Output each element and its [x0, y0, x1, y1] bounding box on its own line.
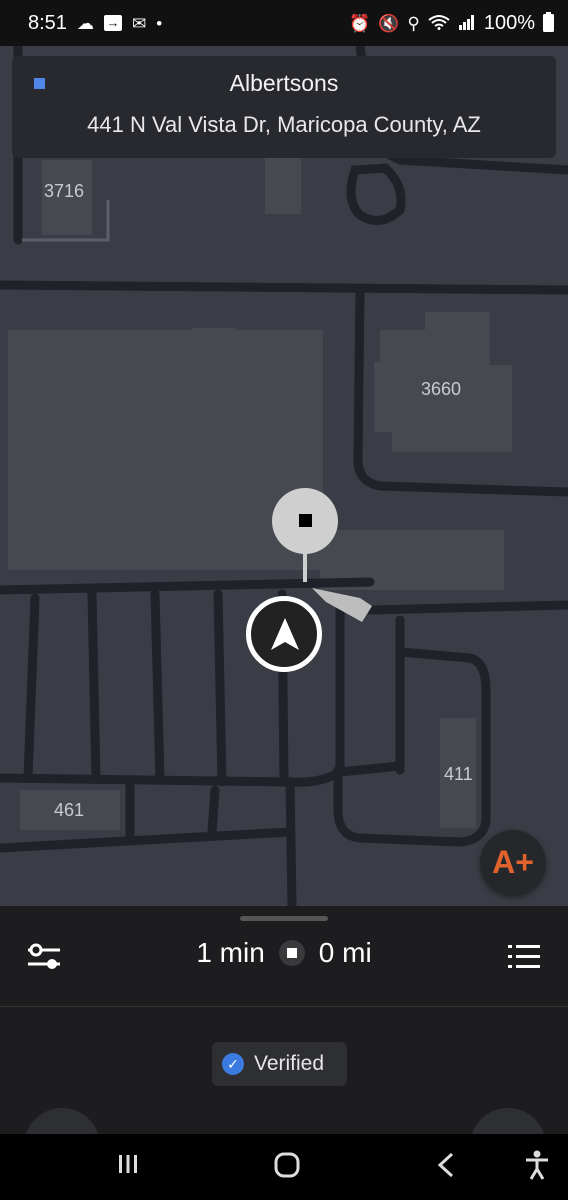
battery-icon	[543, 11, 554, 35]
cloud-icon: ☁	[76, 13, 94, 33]
map-canvas	[0, 46, 568, 906]
map-view[interactable]: 3716 3660 411 461	[0, 46, 568, 906]
wifi-icon	[428, 14, 450, 33]
status-time: 8:51	[28, 11, 67, 34]
recent-apps-icon[interactable]	[116, 1152, 140, 1176]
status-bar: 8:51 ☁ → ✉ • ⏰ 🔇 ⚲ 100%	[0, 0, 568, 46]
destination-pin[interactable]	[272, 488, 338, 554]
map-label-number: 3716	[44, 181, 85, 201]
verified-check-icon: ✓	[222, 1053, 244, 1075]
home-icon[interactable]	[274, 1152, 300, 1178]
signal-icon	[458, 14, 476, 33]
verified-badge[interactable]: ✓ Verified	[212, 1042, 347, 1086]
navigation-arrow-icon	[271, 618, 299, 650]
divider	[0, 1006, 568, 1007]
destination-card[interactable]: Albertsons 441 N Val Vista Dr, Maricopa …	[12, 56, 556, 158]
back-icon[interactable]	[436, 1152, 456, 1178]
report-icon: A+	[492, 844, 534, 880]
pin-stem	[303, 552, 307, 582]
alarm-icon: ⏰	[349, 13, 371, 33]
drag-handle[interactable]	[240, 916, 328, 921]
current-location-arrow[interactable]	[246, 596, 322, 672]
stop-icon	[278, 940, 305, 966]
mute-icon: 🔇	[378, 13, 400, 33]
trip-list-icon[interactable]	[506, 942, 542, 972]
eta-text: 1 min	[196, 937, 265, 968]
battery-percent: 100%	[483, 11, 535, 34]
map-label-number: 461	[54, 800, 85, 820]
accessibility-icon[interactable]	[524, 1150, 550, 1180]
system-nav-bar	[0, 1134, 568, 1200]
report-hazard-button[interactable]: A+	[480, 830, 546, 896]
location-icon: ⚲	[407, 13, 420, 33]
destination-name: Albertsons	[229, 70, 339, 96]
arrow-box-icon: →	[103, 15, 122, 31]
dot-icon: •	[156, 13, 163, 33]
bottom-sheet[interactable]: 1 min 0 mi ✓ Verified	[0, 906, 568, 1184]
distance-text: 0 mi	[318, 937, 372, 968]
verified-label: Verified	[254, 1052, 325, 1075]
map-label-number: 411	[444, 764, 473, 784]
trip-summary: 1 min 0 mi	[0, 928, 568, 978]
destination-address: 441 N Val Vista Dr, Maricopa County, AZ	[87, 112, 481, 137]
stop-square-icon	[299, 514, 312, 527]
mail-icon: ✉	[131, 13, 147, 33]
map-label-number: 3660	[421, 379, 462, 399]
